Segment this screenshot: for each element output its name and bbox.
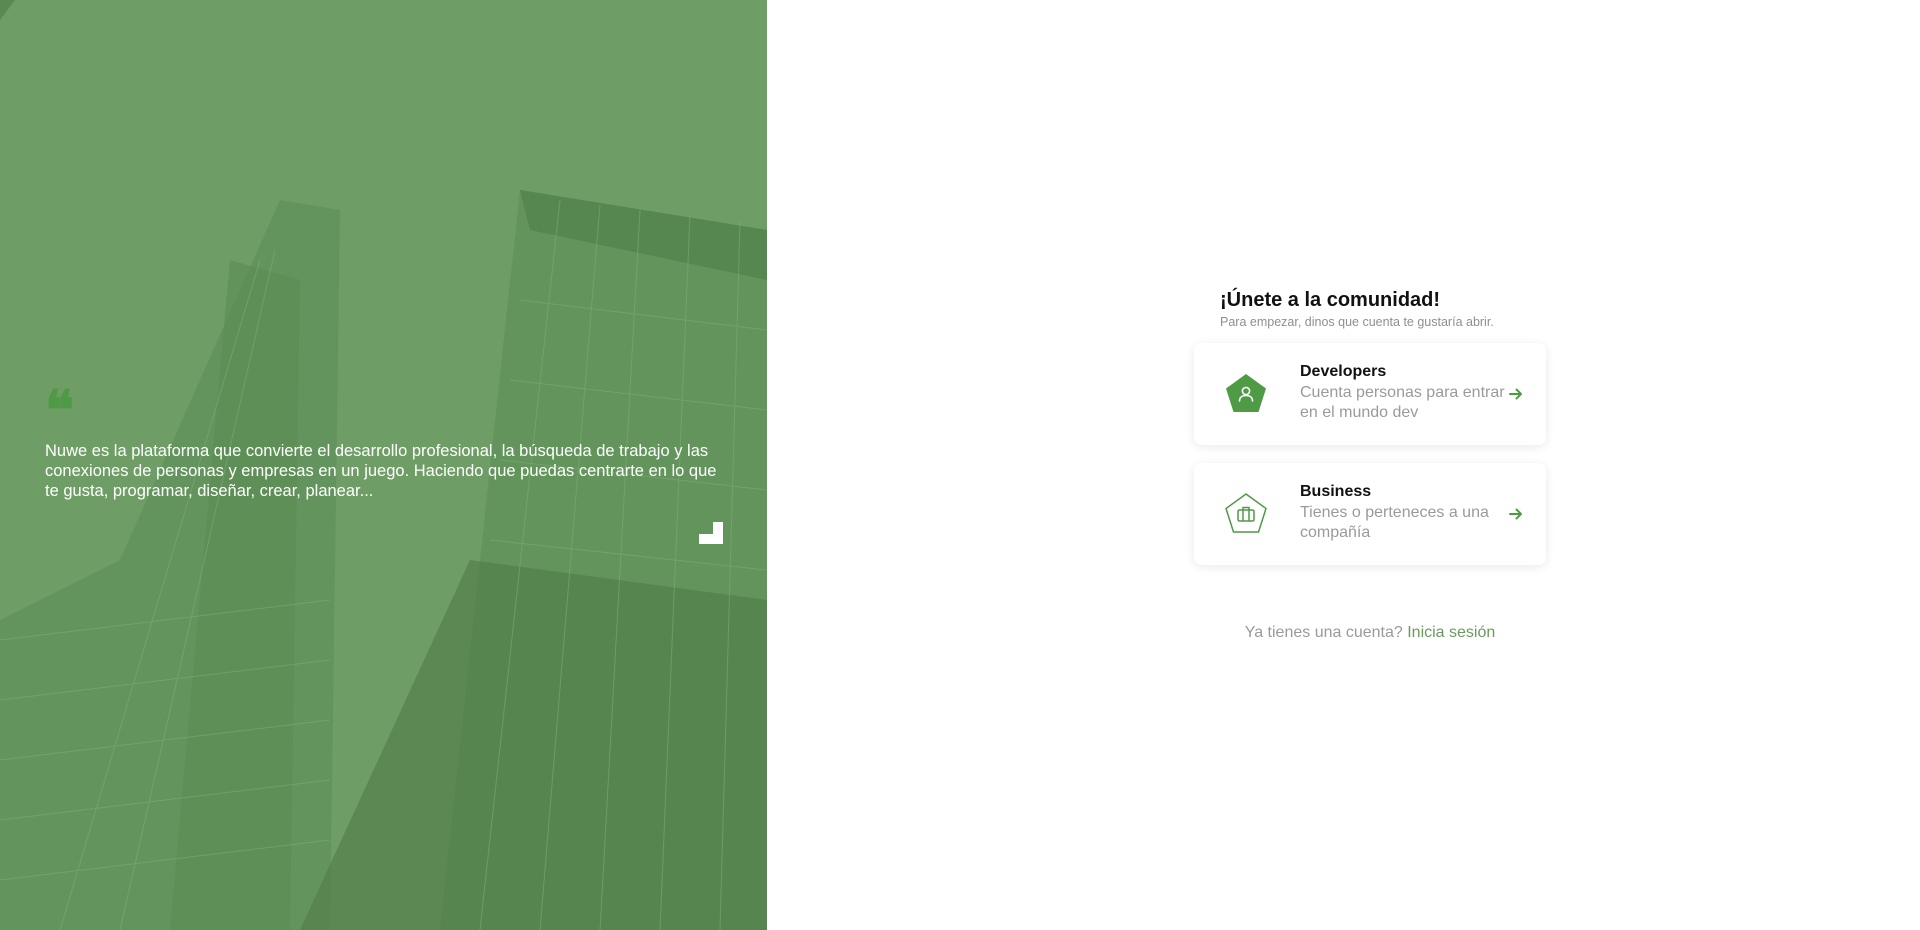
signup-panel: ¡Únete a la comunidad! Para empezar, din… [767,0,1920,930]
briefcase-pentagon-icon [1225,493,1267,533]
user-pentagon-icon [1226,374,1266,412]
developers-option-text: Developers Cuenta personas para entrar e… [1300,362,1510,423]
option-description: Tienes o perteneces a una compañía [1300,504,1489,541]
developers-option-card[interactable]: Developers Cuenta personas para entrar e… [1194,343,1546,445]
business-option-text: Business Tienes o perteneces a una compa… [1300,482,1510,543]
login-link[interactable]: Inicia sesión [1407,624,1495,641]
page-title: ¡Únete a la comunidad! [1220,289,1441,311]
option-name: Business [1300,483,1372,500]
account-type-selector: ¡Únete a la comunidad! Para empezar, din… [1194,287,1546,565]
arrow-right-icon [1509,508,1522,520]
page-subtitle: Para empezar, dinos que cuenta te gustar… [1220,315,1494,329]
signup-page: ❝ Nuwe es la plataforma que convierte el… [0,0,1920,930]
option-name: Developers [1300,363,1387,380]
business-option-card[interactable]: Business Tienes o perteneces a una compa… [1194,463,1546,565]
hero-panel: ❝ Nuwe es la plataforma que convierte el… [0,0,767,930]
hero-quote-text: Nuwe es la plataforma que convierte el d… [45,442,717,500]
arrow-right-icon [1509,388,1522,400]
option-description: Cuenta personas para entrar en el mundo … [1300,384,1505,421]
quote-corner-icon [699,522,723,544]
quote-icon: ❝ [45,378,74,442]
login-prompt: Ya tienes una cuenta? Inicia sesión [1194,624,1546,642]
login-prompt-text: Ya tienes una cuenta? [1244,624,1403,641]
